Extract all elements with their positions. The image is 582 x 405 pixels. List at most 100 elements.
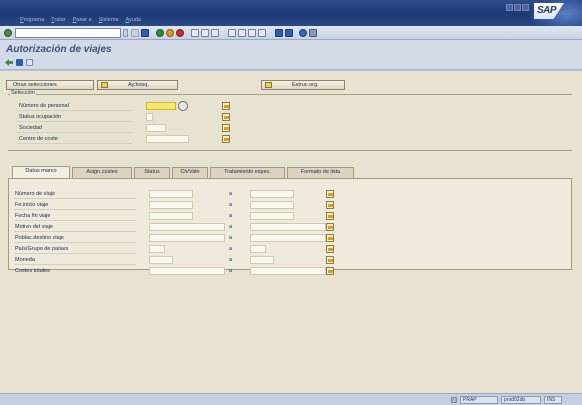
currency-from[interactable] — [149, 256, 173, 264]
tab-asign-costes[interactable]: Asign.costes — [72, 167, 132, 178]
help-icon[interactable] — [299, 29, 307, 37]
selection-frame-title: Selección — [10, 90, 36, 96]
previous-page-icon[interactable] — [238, 29, 246, 37]
find-next-icon[interactable] — [211, 29, 219, 37]
tab-ch-vale[interactable]: Ch/Vale — [172, 167, 208, 178]
org-structure-button[interactable]: Estruc.org. — [261, 80, 345, 90]
shortcut-icon[interactable] — [285, 29, 293, 37]
company-code-input[interactable] — [146, 124, 166, 132]
total-costs-from[interactable] — [149, 267, 225, 275]
trip-reason-to[interactable] — [250, 223, 326, 231]
multiple-selection-button[interactable] — [326, 201, 334, 209]
multiple-selection-button[interactable] — [222, 113, 230, 121]
range-separator: a — [229, 268, 233, 274]
first-page-icon[interactable] — [228, 29, 236, 37]
multiple-selection-button[interactable] — [222, 135, 230, 143]
trip-start-date-to[interactable] — [250, 201, 294, 209]
page-title: Autorización de viajes — [6, 44, 112, 55]
other-selections-button[interactable]: Otras selecciones — [6, 80, 94, 90]
range-separator: a — [229, 224, 233, 230]
menu-tratar[interactable]: Tratar — [51, 17, 65, 23]
trip-reason-from[interactable] — [149, 223, 225, 231]
window-controls — [506, 4, 529, 11]
range-separator: a — [229, 191, 233, 197]
search-help-button[interactable]: Ay.búsq. — [97, 80, 178, 90]
field-label: Fecha fin viaje — [15, 213, 51, 219]
trip-start-date-from[interactable] — [149, 201, 193, 209]
menu-bar: Programa Tratar Pasar a Sistema Ayuda SA… — [0, 0, 582, 34]
print-icon[interactable] — [191, 29, 199, 37]
multiple-selection-button[interactable] — [326, 212, 334, 220]
destination-from[interactable] — [149, 234, 225, 242]
row-line — [14, 220, 136, 221]
row-line — [17, 132, 132, 133]
row-line — [17, 143, 132, 144]
cancel-icon[interactable] — [176, 29, 184, 37]
tab-status[interactable]: Status — [134, 167, 170, 178]
row-line — [14, 231, 136, 232]
destination-to[interactable] — [250, 234, 326, 242]
field-label: Moneda — [15, 257, 35, 263]
server-name: prod02db — [504, 397, 526, 403]
last-page-icon[interactable] — [258, 29, 266, 37]
menu-sistema[interactable]: Sistema — [99, 17, 119, 23]
currency-to[interactable] — [250, 256, 274, 264]
trip-number-to[interactable] — [250, 190, 294, 198]
search-help-icon[interactable] — [178, 101, 188, 111]
trip-end-date-to[interactable] — [250, 212, 294, 220]
country-group-from[interactable] — [149, 245, 165, 253]
multiple-selection-button[interactable] — [326, 256, 334, 264]
multiple-selection-button[interactable] — [326, 190, 334, 198]
multiple-selection-button[interactable] — [326, 234, 334, 242]
command-dropdown-icon[interactable] — [123, 29, 128, 37]
insert-mode: INS — [547, 397, 556, 403]
command-field[interactable] — [15, 28, 121, 38]
multiple-selection-button[interactable] — [326, 267, 334, 275]
save-icon[interactable] — [141, 29, 149, 37]
standard-toolbar — [0, 26, 582, 40]
next-page-icon[interactable] — [248, 29, 256, 37]
exit-icon[interactable] — [166, 29, 174, 37]
new-session-icon[interactable] — [275, 29, 283, 37]
enter-icon[interactable] — [4, 29, 12, 37]
row-line — [14, 198, 136, 199]
system-name: PRAP — [463, 397, 477, 403]
back-icon[interactable] — [156, 29, 164, 37]
cost-center-input[interactable] — [146, 135, 189, 143]
country-group-to[interactable] — [250, 245, 266, 253]
range-separator: a — [229, 257, 233, 263]
selection-options-icon[interactable] — [26, 59, 33, 66]
find-icon[interactable] — [201, 29, 209, 37]
mode-field[interactable]: INS — [544, 396, 562, 404]
multiple-selection-button[interactable] — [222, 124, 230, 132]
info-icon[interactable] — [16, 59, 23, 66]
menu-ayuda[interactable]: Ayuda — [125, 17, 141, 23]
trip-end-date-from[interactable] — [149, 212, 193, 220]
range-separator: a — [229, 246, 233, 252]
execute-icon[interactable] — [5, 59, 13, 66]
personnel-number-input[interactable] — [146, 102, 176, 110]
multiple-selection-button[interactable] — [326, 223, 334, 231]
layout-icon[interactable] — [309, 29, 317, 37]
menu-pasar-a[interactable]: Pasar a — [73, 17, 92, 23]
trip-number-from[interactable] — [149, 190, 193, 198]
field-label: País/Grupo de países — [15, 246, 69, 252]
menu-programa[interactable]: Programa — [20, 17, 44, 23]
status-triangle-icon[interactable] — [451, 397, 457, 403]
employment-status-input[interactable] — [146, 113, 153, 121]
server-field: prod02db — [501, 396, 541, 404]
total-costs-to[interactable] — [250, 267, 326, 275]
tab-formato-de-lista[interactable]: Formato de lista — [287, 167, 354, 178]
multiple-selection-button[interactable] — [326, 245, 334, 253]
minimize-icon[interactable] — [506, 4, 513, 11]
multiple-selection-button[interactable] — [222, 102, 230, 110]
frame-border — [8, 150, 572, 151]
separator-icon — [131, 29, 139, 37]
status-bar: PRAP prod02db INS — [0, 393, 582, 405]
arrow-icon — [101, 82, 108, 88]
field-label: Número de viaje — [15, 191, 56, 197]
range-separator: a — [229, 202, 233, 208]
maximize-icon[interactable] — [514, 4, 521, 11]
field-label: Motivo del viaje — [15, 224, 53, 230]
tab-tratamiento-espec[interactable]: Tratamiento espec. — [210, 167, 285, 178]
